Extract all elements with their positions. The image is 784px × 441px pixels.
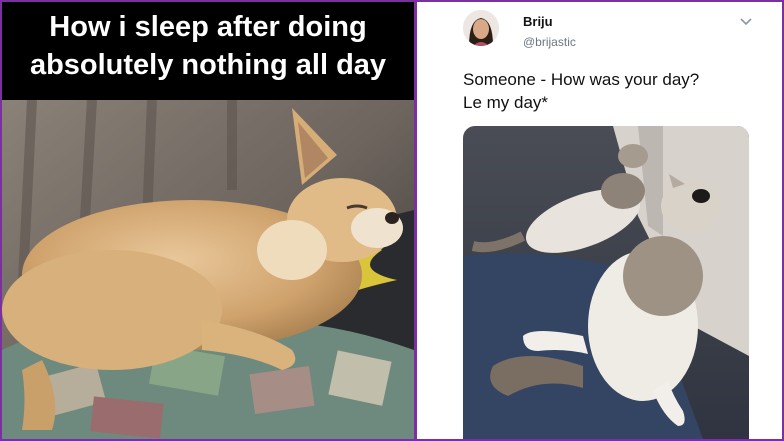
- profile-photo: [463, 10, 499, 46]
- meme-caption-line-2: absolutely nothing all day: [29, 49, 387, 81]
- chevron-down-icon[interactable]: [739, 16, 753, 26]
- tweet-text-line-2: Le my day*: [463, 93, 549, 112]
- meme-caption-line-1: How i sleep after doing: [49, 11, 367, 43]
- left-meme-panel: How i sleep after doing absolutely nothi…: [2, 2, 414, 439]
- user-handle[interactable]: @brijastic: [523, 35, 576, 49]
- display-name[interactable]: Briju: [523, 14, 553, 29]
- tweet-card: Briju @brijastic Someone - How was your …: [417, 2, 782, 439]
- tweet-text-line-1: Someone - How was your day?: [463, 70, 700, 89]
- tweet-cats-photo[interactable]: [463, 126, 749, 439]
- sleeping-dog-photo: [2, 100, 414, 439]
- meme-caption: How i sleep after doing absolutely nothi…: [2, 2, 414, 100]
- avatar[interactable]: [463, 10, 499, 46]
